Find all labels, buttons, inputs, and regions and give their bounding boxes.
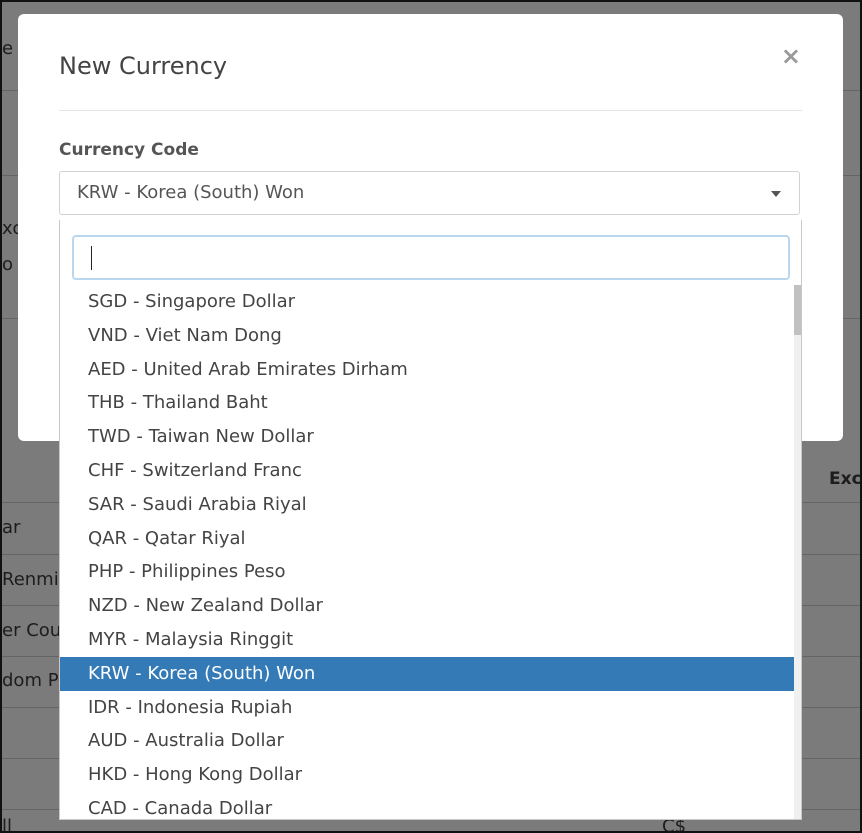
currency-option[interactable]: SAR - Saudi Arabia Riyal [60,488,795,522]
currency-dropdown: SGD - Singapore Dollar VND - Viet Nam Don… [59,220,802,820]
dialog-title: New Currency [59,52,228,80]
currency-option[interactable]: SGD - Singapore Dollar [60,285,795,319]
currency-options-list: SGD - Singapore Dollar VND - Viet Nam Don… [60,285,795,819]
app-window: e xc o Exc ar Renmin er Coun dom Po ll C… [0,0,862,833]
scrollbar-thumb[interactable] [794,285,801,335]
currency-option[interactable]: AUD - Australia Dollar [60,724,795,758]
currency-code-select[interactable]: KRW - Korea (South) Won [59,171,800,215]
dialog-divider [59,110,802,111]
selected-currency: KRW - Korea (South) Won [77,182,305,203]
close-icon[interactable]: × [781,42,801,70]
currency-option[interactable]: IDR - Indonesia Rupiah [60,691,795,725]
currency-option[interactable]: CAD - Canada Dollar [60,792,795,819]
dropdown-scrollbar[interactable] [794,285,801,819]
currency-option[interactable]: AED - United Arab Emirates Dirham [60,353,795,387]
currency-search-input[interactable] [72,235,790,280]
currency-option[interactable]: VND - Viet Nam Dong [60,319,795,353]
currency-option[interactable]: HKD - Hong Kong Dollar [60,758,795,792]
currency-option[interactable]: TWD - Taiwan New Dollar [60,420,795,454]
text-cursor [91,246,92,270]
currency-option[interactable]: KRW - Korea (South) Won [60,656,795,691]
currency-option[interactable]: CHF - Switzerland Franc [60,454,795,488]
currency-option[interactable]: NZD - New Zealand Dollar [60,589,795,623]
currency-option[interactable]: QAR - Qatar Riyal [60,522,795,556]
currency-code-label: Currency Code [59,140,199,160]
currency-option[interactable]: THB - Thailand Baht [60,386,795,420]
caret-down-icon [771,191,781,197]
currency-option[interactable]: PHP - Philippines Peso [60,555,795,589]
currency-option[interactable]: MYR - Malaysia Ringgit [60,623,795,657]
